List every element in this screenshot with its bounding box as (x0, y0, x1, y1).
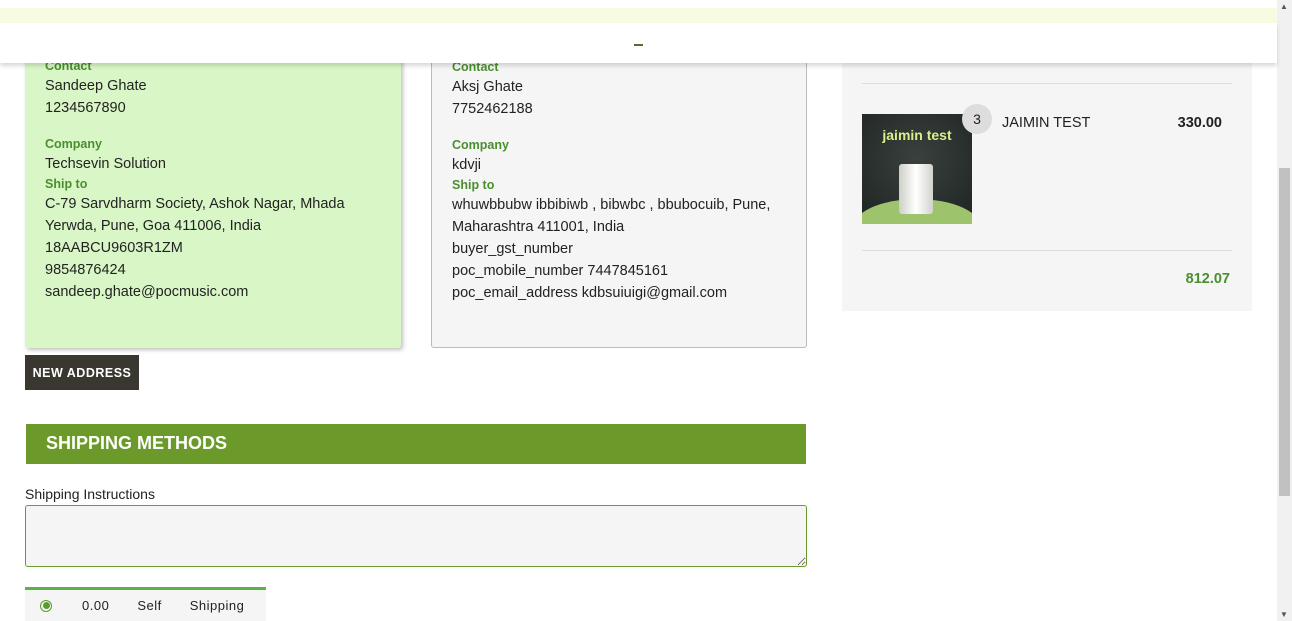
page-header (0, 23, 1277, 63)
address-line: C-79 Sarvdharm Society, Ashok Nagar, Mha… (45, 196, 345, 212)
scrollbar-thumb[interactable] (1279, 168, 1290, 496)
company-name: kdvji (452, 157, 482, 173)
logo[interactable] (634, 44, 643, 46)
cart-summary: 3 Items in Cart ⌃ jaimin test 3 JAIMIN T… (842, 30, 1252, 311)
cart-total: 812.07 (1185, 271, 1230, 287)
new-address-button[interactable]: NEW ADDRESS (25, 355, 139, 390)
product-image: jaimin test (862, 114, 972, 224)
other-address-card[interactable]: Contact Aksj Ghate 7752462188 Company kd… (431, 40, 807, 348)
contact-name: Aksj Ghate (452, 79, 523, 95)
address-line: poc_mobile_number 7447845161 (452, 263, 669, 279)
address-line: poc_email_address kdbsuiuigi@gmail.com (452, 285, 728, 301)
address-line: Yerwda, Pune, Goa 411006, India (45, 218, 262, 234)
shipping-instructions-input[interactable] (25, 505, 807, 567)
shipping-method-row[interactable]: 0.00 Self Shipping (25, 587, 266, 621)
image-text: jaimin test (882, 127, 952, 143)
address-line: Maharashtra 411001, India (452, 219, 625, 235)
scroll-down-icon[interactable]: ▼ (1280, 610, 1288, 619)
address-line: buyer_gst_number (452, 241, 573, 257)
address-line: whuwbbubw ibbibiwb , bibwbc , bbubocuib,… (452, 197, 771, 213)
contact-phone: 1234567890 (45, 100, 126, 116)
method-carrier: Self (137, 598, 162, 613)
address-line: 18AABCU9603R1ZM (45, 240, 183, 256)
product-price: 330.00 (1177, 115, 1222, 131)
product-name: JAIMIN TEST (1002, 115, 1091, 131)
company-label: Company (452, 138, 509, 152)
shipping-methods-heading: SHIPPING METHODS (26, 424, 806, 464)
selected-address-card[interactable]: Contact Sandeep Ghate 1234567890 Company… (25, 40, 401, 348)
shipto-label: Ship to (452, 178, 495, 192)
company-name: Techsevin Solution (45, 156, 166, 172)
scroll-up-icon[interactable]: ▲ (1280, 2, 1288, 11)
company-label: Company (45, 137, 102, 151)
shipping-instructions-label: Shipping Instructions (25, 486, 155, 502)
quantity-badge: 3 (962, 104, 992, 134)
contact-phone: 7752462188 (452, 101, 533, 117)
contact-name: Sandeep Ghate (45, 78, 147, 94)
method-price: 0.00 (82, 598, 110, 613)
shipto-label: Ship to (45, 177, 88, 191)
address-line: 9854876424 (45, 262, 126, 278)
notice-bar (0, 8, 1277, 23)
method-name: Shipping (189, 598, 245, 613)
shipping-method-radio[interactable] (40, 599, 52, 612)
address-line: sandeep.ghate@pocmusic.com (45, 284, 249, 300)
scrollbar[interactable]: ▲ ▼ (1277, 0, 1292, 621)
